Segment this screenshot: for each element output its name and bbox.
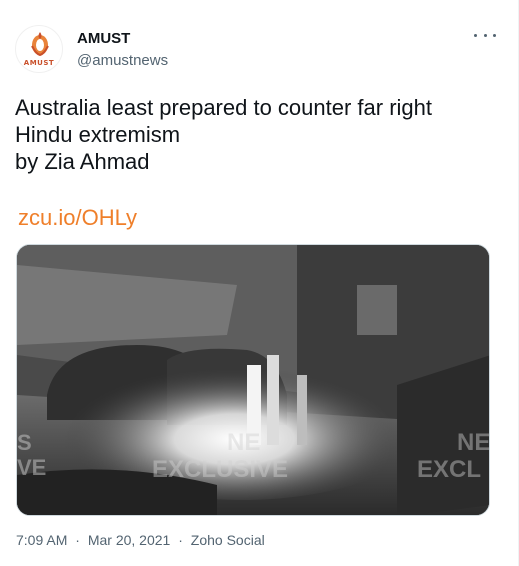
tweet-text-line: by Zia Ahmad [15,149,150,174]
account-handle[interactable]: @amustnews [77,52,168,69]
tweet-time[interactable]: 7:09 AM [16,532,67,548]
more-dot [474,33,477,37]
watermark-right-top: NE [457,429,490,456]
tweet-media-image[interactable]: S VE NE EXCLUSIVE NE EXCL [16,244,490,516]
meta-separator: · [178,532,183,548]
avatar-logo-text: AMUST [23,59,55,67]
more-dot [493,33,496,37]
tweet-text-line: Australia least prepared to counter far … [15,95,433,120]
tweet-metadata: 7:09 AM · Mar 20, 2021 · Zoho Social [16,532,265,548]
more-dot [483,33,487,37]
watermark-left-bottom: VE [17,455,46,480]
watermark-center-top: NE [227,429,260,456]
meta-separator: · [75,532,80,548]
tweet-text-line: Hindu extremism [15,122,181,147]
tweet-link[interactable]: zcu.io/OHLy [18,205,137,231]
watermark-right-bottom: EXCL [417,456,481,483]
watermark-left-top: S [17,430,32,455]
tweet-source[interactable]: Zoho Social [191,532,265,548]
watermark-center-bottom: EXCLUSIVE [152,456,288,483]
more-options-icon[interactable] [474,28,496,42]
tweet-card: AMUST AMUST @amustnews Australia least p… [0,0,519,566]
avatar[interactable]: AMUST [15,25,63,73]
cctv-scene-image: S VE NE EXCLUSIVE NE EXCL [17,245,490,515]
account-name[interactable]: AMUST [77,30,130,47]
tweet-text: Australia least prepared to counter far … [15,94,510,175]
tweet-date[interactable]: Mar 20, 2021 [88,532,171,548]
